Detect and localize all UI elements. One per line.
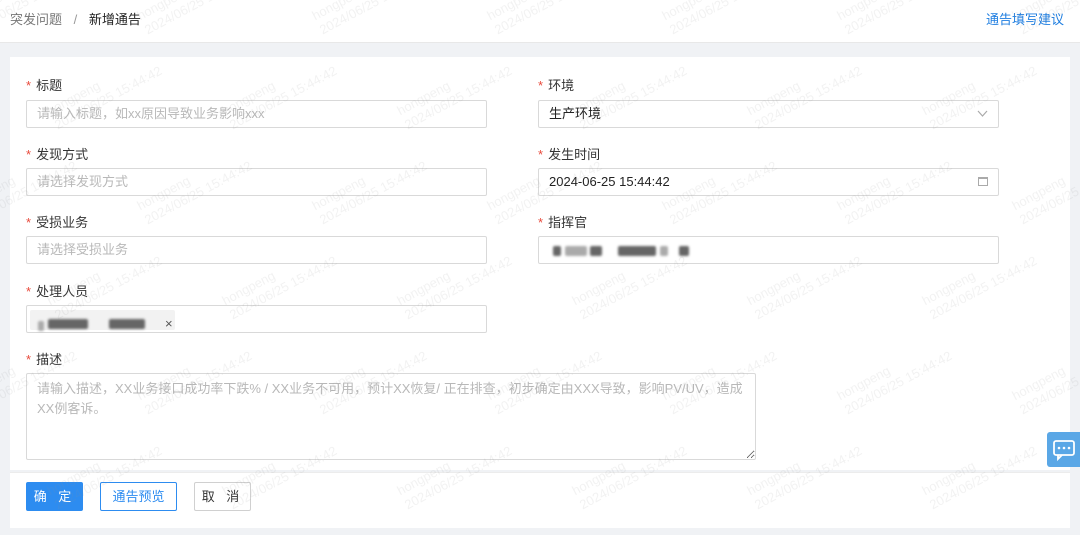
close-icon[interactable]: ×: [165, 311, 173, 337]
handler-tag: ×: [30, 310, 175, 332]
redacted-name: [553, 245, 561, 256]
cancel-button[interactable]: 取 消: [194, 482, 251, 511]
occurred-time-label: * 发生时间: [538, 147, 601, 162]
redacted-name: [564, 245, 587, 256]
affected-business-select[interactable]: 请选择受损业务: [26, 236, 487, 264]
required-mark: *: [26, 284, 32, 299]
environment-value: 生产环境: [549, 106, 602, 121]
redacted-name: [109, 318, 146, 329]
occurred-time-picker[interactable]: 2024-06-25 15:44:42: [538, 168, 999, 196]
commander-select[interactable]: [538, 236, 999, 264]
breadcrumb: 突发问题 / 新增通告: [10, 9, 141, 28]
confirm-button[interactable]: 确 定: [26, 482, 83, 511]
breadcrumb-separator: /: [73, 12, 78, 27]
required-mark: *: [26, 147, 32, 162]
required-mark: *: [26, 78, 32, 93]
description-textarea[interactable]: [26, 373, 756, 460]
breadcrumb-parent[interactable]: 突发问题: [10, 12, 62, 27]
breadcrumb-current: 新增通告: [88, 12, 141, 27]
handlers-select[interactable]: ×: [26, 305, 487, 333]
redacted-name: [590, 245, 603, 256]
redacted-name: [659, 245, 668, 256]
environment-label: * 环境: [538, 78, 575, 93]
title-placeholder: 请输入标题，如xx原因导致业务影响xxx: [37, 106, 265, 121]
discovery-method-label: * 发现方式: [26, 147, 89, 162]
redacted-name: [38, 321, 44, 332]
occurred-time-value: 2024-06-25 15:44:42: [549, 174, 670, 189]
calendar-icon[interactable]: [978, 177, 988, 186]
commander-label: * 指挥官: [538, 215, 588, 230]
redacted-name: [617, 245, 656, 256]
redacted-name: [47, 318, 88, 329]
preview-button[interactable]: 通告预览: [100, 482, 177, 511]
help-link[interactable]: 通告填写建议: [986, 9, 1064, 28]
required-mark: *: [538, 147, 544, 162]
chat-button[interactable]: [1047, 432, 1080, 467]
required-mark: *: [538, 78, 544, 93]
environment-select[interactable]: 生产环境: [538, 100, 999, 128]
discovery-method-placeholder: 请选择发现方式: [37, 174, 129, 189]
discovery-method-select[interactable]: 请选择发现方式: [26, 168, 487, 196]
affected-business-label: * 受损业务: [26, 215, 89, 230]
title-label: * 标题: [26, 78, 63, 93]
description-label: * 描述: [26, 352, 63, 367]
required-mark: *: [26, 352, 32, 367]
required-mark: *: [538, 215, 544, 230]
top-bar: 突发问题 / 新增通告 通告填写建议: [0, 0, 1080, 43]
required-mark: *: [26, 215, 32, 230]
handlers-label: * 处理人员: [26, 284, 89, 299]
redacted-name: [679, 245, 690, 256]
affected-business-placeholder: 请选择受损业务: [37, 242, 129, 257]
chevron-down-icon: [977, 101, 988, 136]
title-input[interactable]: 请输入标题，如xx原因导致业务影响xxx: [26, 100, 487, 128]
chat-icon: [1053, 440, 1075, 462]
